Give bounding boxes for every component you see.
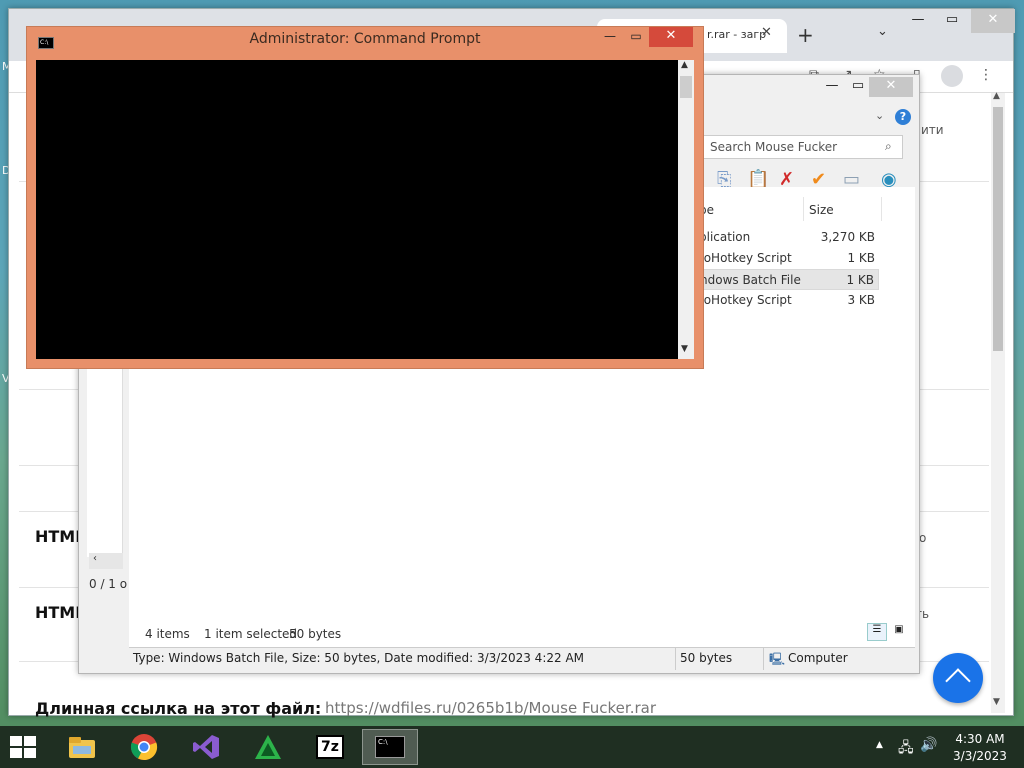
file-row[interactable]: toHotkey Script 1 KB <box>693 248 879 269</box>
chrome-taskbar-button[interactable] <box>116 729 172 765</box>
console-scrollbar[interactable]: ▲ ▼ <box>678 60 694 359</box>
file-size: 1 KB <box>847 251 875 265</box>
7zip-taskbar-button[interactable]: 7z <box>302 729 358 765</box>
scroll-down-icon[interactable]: ▼ <box>993 697 1000 707</box>
selection-status-bar: 4 items 1 item selected 50 bytes <box>129 625 915 647</box>
folder-icon <box>69 737 95 758</box>
console-scrollbar-thumb[interactable] <box>680 76 692 98</box>
search-icon[interactable]: ⌕ <box>885 139 892 154</box>
folder-tree-scroll-left-icon[interactable]: ‹ <box>89 553 123 569</box>
file-row-selected[interactable]: ndows Batch File 1 KB <box>693 269 879 290</box>
menu-kebab-icon[interactable]: ⋮ <box>979 67 993 83</box>
scroll-up-icon[interactable]: ▲ <box>681 60 688 70</box>
file-explorer-taskbar-button[interactable] <box>54 729 110 765</box>
details-view-icon[interactable]: ☰ <box>867 623 887 641</box>
folder-tree-pane[interactable] <box>87 369 123 557</box>
command-prompt-window: C:\ Administrator: Command Prompt — ▭ ✕ … <box>26 26 704 369</box>
visual-studio-taskbar-button[interactable] <box>178 729 234 765</box>
thumbnail-view-icon[interactable]: ▣ <box>889 623 909 641</box>
status-bytes: 50 bytes <box>289 627 342 641</box>
file-size: 1 KB <box>846 273 874 287</box>
close-icon[interactable]: ✕ <box>971 9 1015 33</box>
status-divider <box>763 648 764 670</box>
network-icon[interactable]: 🖧 <box>898 737 914 761</box>
page-scrollbar-thumb[interactable] <box>993 107 1003 351</box>
page-partial-text-html: о <box>919 531 927 545</box>
details-size: 50 bytes <box>680 651 733 665</box>
visual-studio-icon <box>193 735 219 759</box>
computer-icon: 🖳 <box>769 652 786 666</box>
7zip-icon: 7z <box>316 735 344 759</box>
search-input[interactable]: Search Mouse Fucker <box>703 135 903 159</box>
taskbar: 7z C:\ ▲ 🖧 🔊 4:30 AM 3/3/2023 <box>0 726 1024 768</box>
folder-tree-status: 0 / 1 o <box>89 577 128 591</box>
clock-time[interactable]: 4:30 AM <box>952 732 1008 746</box>
file-type: toHotkey Script <box>699 293 792 307</box>
green-triangle-icon <box>255 735 281 759</box>
page-partial-text-top: ити <box>921 123 944 137</box>
clock-date[interactable]: 3/3/2023 <box>952 749 1008 763</box>
chevron-down-icon[interactable]: ⌄ <box>877 24 888 39</box>
column-divider[interactable] <box>881 197 882 221</box>
start-logo-pane <box>24 736 36 746</box>
chevron-down-icon[interactable]: ⌄ <box>875 109 884 122</box>
cmd-icon: C:\ <box>375 736 405 758</box>
tab-close-icon[interactable]: ✕ <box>761 25 772 40</box>
scroll-up-icon[interactable]: ▲ <box>993 91 1000 101</box>
maximize-icon[interactable]: ▭ <box>935 12 969 27</box>
file-size: 3 KB <box>847 293 875 307</box>
chrome-icon <box>130 734 158 761</box>
start-logo-pane <box>24 748 36 758</box>
console-output-area[interactable] <box>36 60 678 359</box>
status-selected: 1 item selected <box>204 627 298 641</box>
command-prompt-taskbar-button[interactable]: C:\ <box>362 729 418 765</box>
windows-start-icon[interactable] <box>10 736 38 760</box>
details-text: Type: Windows Batch File, Size: 50 bytes… <box>133 651 585 665</box>
file-type: toHotkey Script <box>699 251 792 265</box>
file-row[interactable]: plication 3,270 KB <box>693 227 879 248</box>
start-logo-pane <box>10 748 22 758</box>
help-icon[interactable]: ? <box>895 109 911 125</box>
column-divider[interactable] <box>803 197 804 221</box>
maximize-icon[interactable]: ▭ <box>623 29 649 43</box>
long-link-value[interactable]: https://wdfiles.ru/0265b1b/Mouse Fucker.… <box>325 699 656 717</box>
scroll-down-icon[interactable]: ▼ <box>681 344 688 354</box>
status-item-count: 4 items <box>145 627 190 641</box>
details-location: Computer <box>788 651 848 665</box>
volume-icon[interactable]: 🔊 <box>920 737 937 753</box>
new-tab-icon[interactable]: + <box>797 23 814 47</box>
details-status-bar: Type: Windows Batch File, Size: 50 bytes… <box>129 647 915 670</box>
minimize-icon[interactable]: — <box>597 29 623 43</box>
close-icon[interactable]: ✕ <box>869 77 913 97</box>
file-size: 3,270 KB <box>820 230 875 244</box>
tray-expand-icon[interactable]: ▲ <box>876 740 883 750</box>
page-row-label: Длинная ссылка на этот файл: <box>35 699 322 718</box>
close-icon[interactable]: ✕ <box>649 27 693 47</box>
start-logo-pane <box>10 736 22 746</box>
minimize-icon[interactable]: — <box>901 12 935 27</box>
status-divider <box>675 648 676 670</box>
scroll-to-top-button[interactable] <box>933 653 983 703</box>
file-type: plication <box>699 230 751 244</box>
profile-avatar-icon[interactable] <box>941 65 963 87</box>
gradle-app-taskbar-button[interactable] <box>240 729 296 765</box>
tab-title: r.rar - загр <box>707 28 767 41</box>
file-row[interactable]: toHotkey Script 3 KB <box>693 290 879 311</box>
column-header-size[interactable]: Size <box>809 203 834 217</box>
page-scrollbar[interactable]: ▲ ▼ <box>991 91 1005 713</box>
file-type: ndows Batch File <box>700 273 801 287</box>
